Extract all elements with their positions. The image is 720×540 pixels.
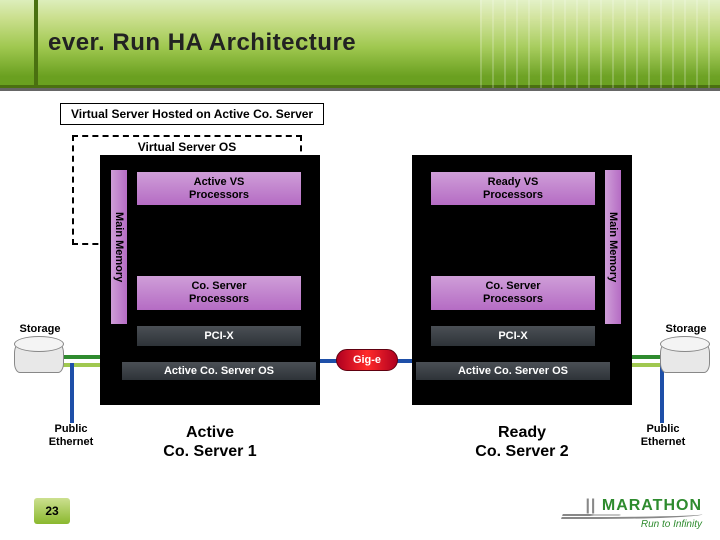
header-banner: ever. Run HA Architecture <box>0 0 720 88</box>
slide-title: ever. Run HA Architecture <box>48 29 356 57</box>
storage-label-right: Storage <box>656 323 716 335</box>
pcix-left: PCI-X <box>134 323 304 349</box>
main-memory-left: Main Memory <box>108 167 130 327</box>
coserver-processors-right: Co. Server Processors <box>428 273 598 312</box>
diagram-caption: Virtual Server Hosted on Active Co. Serv… <box>60 103 324 125</box>
storage-cylinder-right <box>660 343 710 373</box>
page-number: 23 <box>34 498 70 524</box>
interconnect-gige: Gig-e <box>336 349 398 371</box>
banner-decoration <box>480 0 720 88</box>
active-vs-processors: Active VS Processors <box>134 169 304 208</box>
public-ethernet-left: Public Ethernet <box>40 423 102 449</box>
brand-logo: || MARATHON Run to Infinity <box>562 497 702 530</box>
coserver-processors-left: Co. Server Processors <box>134 273 304 312</box>
public-ethernet-right: Public Ethernet <box>632 423 694 449</box>
server-name-left: Active Co. Server 1 <box>102 423 318 461</box>
pubeth-line-left <box>70 363 74 423</box>
ready-vs-processors: Ready VS Processors <box>428 169 598 208</box>
server-name-right: Ready Co. Server 2 <box>414 423 630 461</box>
main-memory-label: Main Memory <box>111 170 127 324</box>
main-memory-label: Main Memory <box>605 170 621 324</box>
coserver-os-left: Active Co. Server OS <box>119 359 319 383</box>
coserver-os-right: Active Co. Server OS <box>413 359 613 383</box>
server-ready: Main Memory Ready VS Processors Co. Serv… <box>412 155 632 405</box>
pcix-right: PCI-X <box>428 323 598 349</box>
brand-text: MARATHON <box>602 497 702 514</box>
storage-label-left: Storage <box>10 323 70 335</box>
server-active: Main Memory Active VS Processors Co. Ser… <box>100 155 320 405</box>
diagram-stage: Virtual Server Hosted on Active Co. Serv… <box>0 91 720 540</box>
storage-cylinder-left <box>14 343 64 373</box>
virtual-server-os-label: Virtual Server OS <box>74 140 300 154</box>
main-memory-right: Main Memory <box>602 167 624 327</box>
brand-tagline: Run to Infinity <box>562 519 702 530</box>
